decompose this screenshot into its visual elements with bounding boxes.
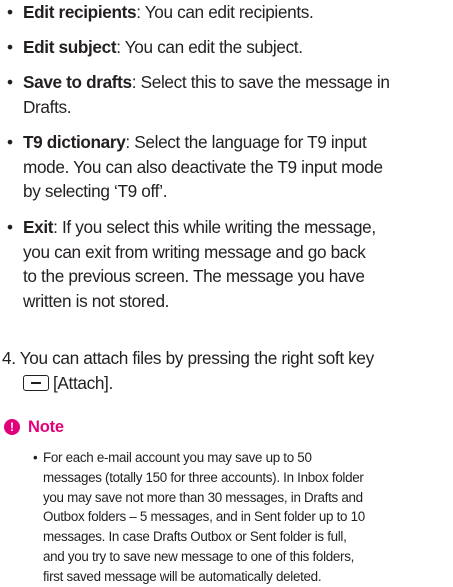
note-body: • For each e-mail account you may save u… xyxy=(31,448,451,587)
option-description-line: Drafts. xyxy=(23,96,72,117)
note-line: first saved message will be automaticall… xyxy=(43,568,322,584)
bullet-dot: • xyxy=(7,37,13,57)
note-line: and you try to save new message to one o… xyxy=(43,548,355,564)
bullet-dot: • xyxy=(33,450,38,465)
option-description: : You can edit the subject. xyxy=(116,37,303,57)
note-line: messages (totally 150 for three accounts… xyxy=(43,469,364,485)
note-bullet: • For each e-mail account you may save u… xyxy=(31,448,451,587)
option-edit-subject: • Edit subject: You can edit the subject… xyxy=(0,35,303,60)
option-description-line: written is not stored. xyxy=(23,290,170,311)
bullet-dot: • xyxy=(7,72,13,92)
note-line: you may save not more than 30 messages, … xyxy=(43,489,363,505)
note-line: For each e-mail account you may save up … xyxy=(43,450,312,465)
option-save-to-drafts: • Save to drafts: Select this to save th… xyxy=(0,70,453,119)
option-description-line: mode. You can also deactivate the T9 inp… xyxy=(23,156,383,177)
option-description-line: you can exit from writing message and go… xyxy=(23,241,366,262)
step-4-line: [Attach]. xyxy=(0,371,453,396)
option-description: : You can edit recipients. xyxy=(136,2,314,22)
option-t9-dictionary: • T9 dictionary: Select the language for… xyxy=(0,130,453,204)
option-term: Edit recipients xyxy=(23,2,137,22)
option-term: Save to drafts xyxy=(23,72,132,92)
note-header: ! Note xyxy=(4,417,64,437)
manual-page: • Edit recipients: You can edit recipien… xyxy=(0,0,453,584)
option-term: Exit xyxy=(23,217,54,237)
soft-key-icon xyxy=(23,374,49,391)
option-description: : Select the language for T9 input xyxy=(125,132,367,152)
bullet-dot: • xyxy=(7,132,13,152)
note-title: Note xyxy=(28,417,64,436)
option-description-line: by selecting ‘T9 off’. xyxy=(23,181,168,201)
note-line: Outbox folders – 5 messages, and in Sent… xyxy=(43,509,365,525)
option-description: : If you select this while writing the m… xyxy=(53,217,376,237)
option-description: : Select this to save the message in xyxy=(131,72,390,92)
step-4-line: 4. You can attach files by pressing the … xyxy=(2,348,374,368)
option-edit-recipients: • Edit recipients: You can edit recipien… xyxy=(0,0,314,25)
option-description-line: to the previous screen. The message you … xyxy=(23,266,365,286)
option-exit: • Exit: If you select this while writing… xyxy=(0,215,453,313)
option-term: T9 dictionary xyxy=(23,132,126,152)
note-line: messages. In case Drafts Outbox or Sent … xyxy=(43,529,347,545)
step-4: 4. You can attach files by pressing the … xyxy=(0,346,453,395)
option-term: Edit subject xyxy=(23,37,117,57)
bullet-dot: • xyxy=(7,217,13,237)
note-icon: ! xyxy=(4,419,20,435)
attach-label: [Attach]. xyxy=(53,372,113,393)
bullet-dot: • xyxy=(7,2,13,22)
